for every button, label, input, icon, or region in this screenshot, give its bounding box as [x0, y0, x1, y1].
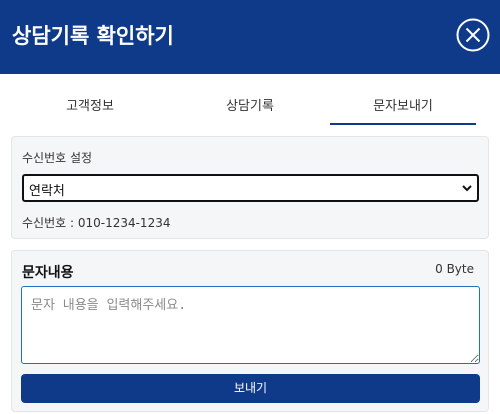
message-textarea[interactable] [21, 286, 480, 364]
recipient-number: 수신번호 : 010-1234-1234 [22, 216, 171, 230]
tab-bar: 고객정보 상담기록 문자보내기 [0, 91, 500, 125]
recipient-select-value: 연락처 [29, 184, 65, 199]
close-icon [456, 18, 490, 52]
close-button[interactable] [456, 18, 490, 52]
recipient-card: 수신번호 설정 연락처 수신번호 : 010-1234-1234 [11, 136, 489, 239]
recipient-setting-label: 수신번호 설정 [22, 151, 93, 165]
message-card: 문자내용 0 Byte 보내기 [11, 250, 489, 412]
message-title: 문자내용 [22, 265, 74, 281]
modal-header: 상담기록 확인하기 [0, 0, 500, 74]
byte-counter: 0 Byte [435, 262, 474, 276]
tab-consultation-history[interactable]: 상담기록 [180, 91, 320, 125]
tab-customer-info[interactable]: 고객정보 [20, 91, 160, 125]
modal-title: 상담기록 확인하기 [12, 24, 174, 48]
recipient-select[interactable]: 연락처 [22, 174, 479, 202]
send-button[interactable]: 보내기 [21, 374, 480, 403]
tab-send-message[interactable]: 문자보내기 [330, 91, 476, 125]
chevron-down-icon [462, 185, 472, 192]
